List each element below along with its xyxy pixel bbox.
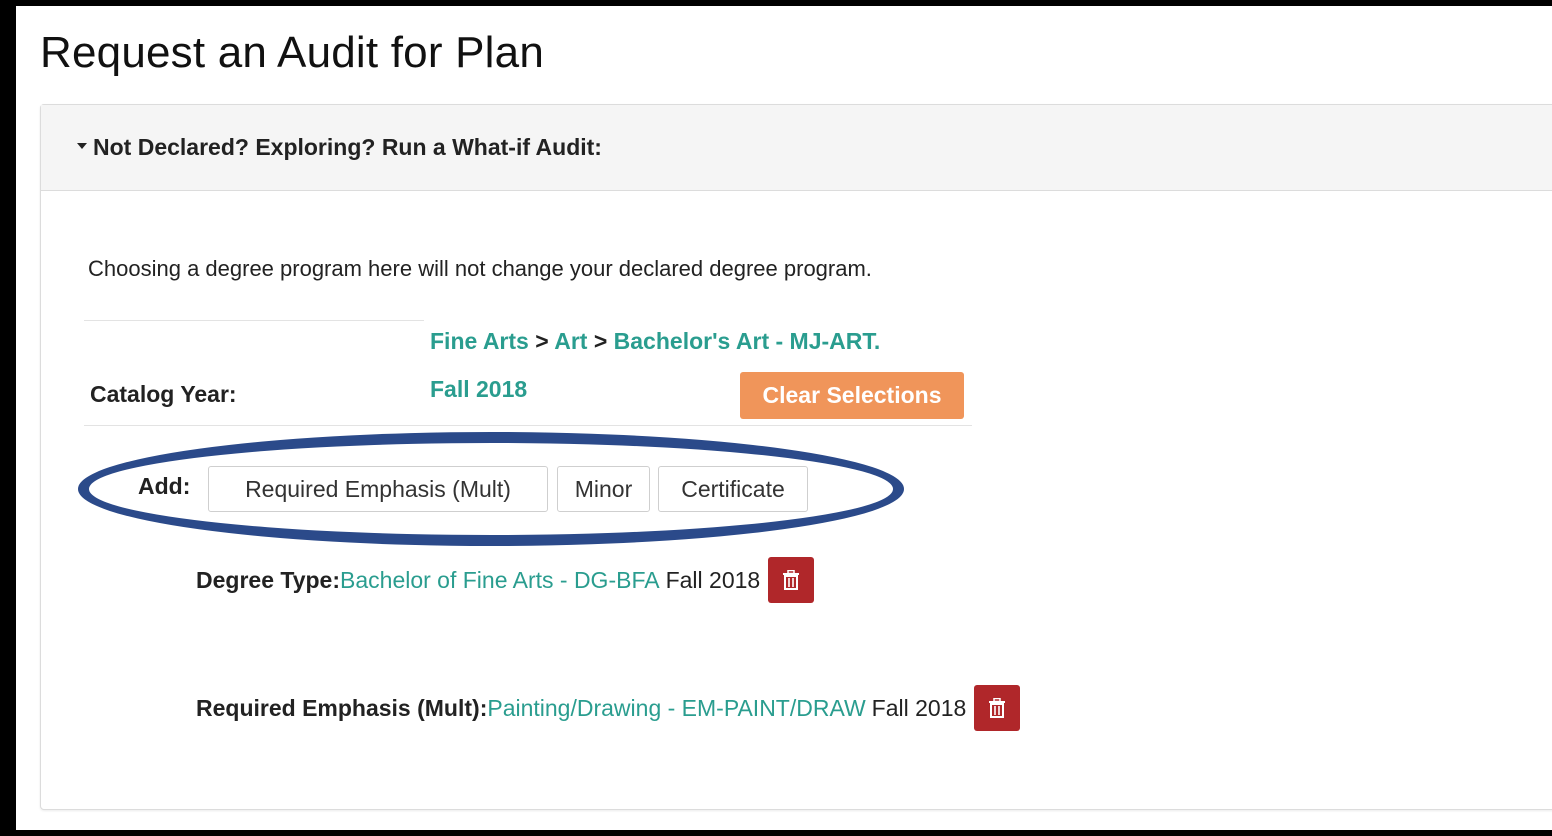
selection-degree-type: Degree Type: Bachelor of Fine Arts - DG-…	[196, 557, 815, 603]
breadcrumb-separator: >	[535, 328, 549, 354]
add-minor-button[interactable]: Minor	[557, 466, 650, 512]
divider	[84, 320, 424, 321]
catalog-year-value[interactable]: Fall 2018	[430, 376, 527, 403]
breadcrumb-separator: >	[593, 328, 608, 354]
selection-term: Fall 2018	[665, 566, 761, 593]
selection-term: Fall 2018	[871, 694, 967, 721]
breadcrumb-department[interactable]: Art	[554, 328, 587, 354]
catalog-year-label: Catalog Year:	[90, 381, 237, 407]
divider	[84, 425, 972, 426]
add-label: Add:	[138, 473, 191, 499]
selection-label: Degree Type:	[196, 566, 341, 593]
intro-text: Choosing a degree program here will not …	[88, 256, 872, 281]
trash-icon	[783, 570, 800, 590]
breadcrumb: Fine Arts > Art > Bachelor's Art - MJ-AR…	[430, 328, 880, 355]
selection-label: Required Emphasis (Mult):	[196, 694, 488, 721]
add-certificate-button[interactable]: Certificate	[658, 466, 808, 512]
add-required-emphasis-button[interactable]: Required Emphasis (Mult)	[208, 466, 548, 512]
selection-required-emphasis: Required Emphasis (Mult): Painting/Drawi…	[196, 685, 1021, 731]
breadcrumb-major[interactable]: Bachelor's Art - MJ-ART.	[614, 328, 881, 354]
selection-value[interactable]: Painting/Drawing - EM-PAINT/DRAW	[487, 695, 865, 722]
delete-degree-type-button[interactable]	[768, 557, 815, 603]
caret-down-icon	[77, 142, 87, 149]
page-title: Request an Audit for Plan	[40, 28, 544, 77]
selection-value[interactable]: Bachelor of Fine Arts - DG-BFA	[340, 567, 660, 594]
what-if-panel-title: Not Declared? Exploring? Run a What-if A…	[93, 134, 602, 160]
what-if-panel-header[interactable]: Not Declared? Exploring? Run a What-if A…	[41, 105, 1552, 191]
delete-required-emphasis-button[interactable]	[974, 685, 1021, 731]
trash-icon	[989, 698, 1006, 718]
breadcrumb-college[interactable]: Fine Arts	[430, 328, 529, 354]
clear-selections-button[interactable]: Clear Selections	[740, 372, 964, 419]
